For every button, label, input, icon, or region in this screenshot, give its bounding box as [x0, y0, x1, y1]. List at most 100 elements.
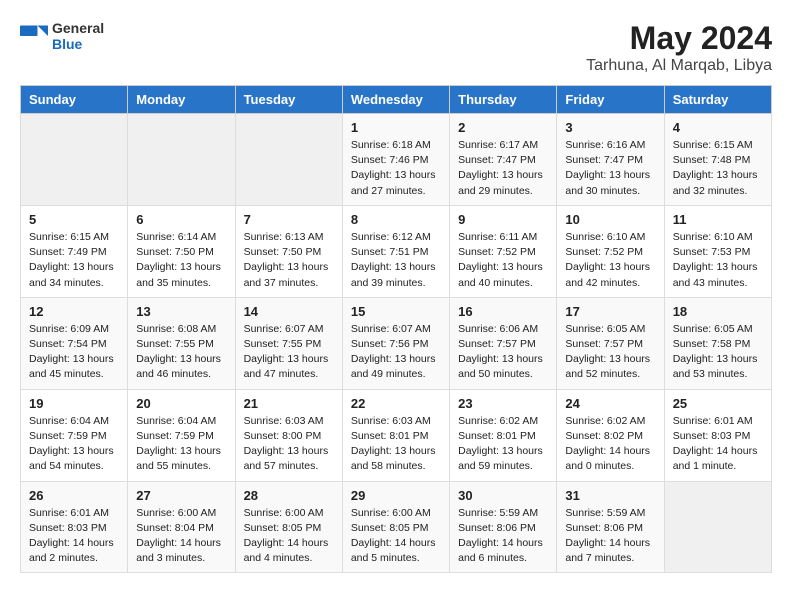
calendar-cell: 27 Sunrise: 6:00 AMSunset: 8:04 PMDayligh… [128, 481, 235, 573]
cell-info: Sunrise: 6:00 AMSunset: 8:05 PMDaylight:… [244, 506, 334, 567]
logo-general-text: General [52, 20, 104, 36]
day-number: 1 [351, 120, 441, 135]
day-number: 25 [673, 396, 763, 411]
day-number: 4 [673, 120, 763, 135]
calendar-cell: 26 Sunrise: 6:01 AMSunset: 8:03 PMDayligh… [21, 481, 128, 573]
day-number: 6 [136, 212, 226, 227]
calendar-cell: 23 Sunrise: 6:02 AMSunset: 8:01 PMDayligh… [450, 389, 557, 481]
cell-info: Sunrise: 6:05 AMSunset: 7:58 PMDaylight:… [673, 322, 763, 383]
cell-info: Sunrise: 6:14 AMSunset: 7:50 PMDaylight:… [136, 230, 226, 291]
cell-info: Sunrise: 6:00 AMSunset: 8:05 PMDaylight:… [351, 506, 441, 567]
calendar-cell: 5 Sunrise: 6:15 AMSunset: 7:49 PMDaylight… [21, 205, 128, 297]
logo: General Blue [20, 20, 104, 52]
day-header-friday: Friday [557, 86, 664, 114]
cell-info: Sunrise: 6:10 AMSunset: 7:53 PMDaylight:… [673, 230, 763, 291]
day-number: 23 [458, 396, 548, 411]
logo-icon [20, 22, 48, 50]
day-number: 28 [244, 488, 334, 503]
day-number: 8 [351, 212, 441, 227]
calendar-cell [21, 114, 128, 206]
day-number: 31 [565, 488, 655, 503]
cell-info: Sunrise: 6:03 AMSunset: 8:01 PMDaylight:… [351, 414, 441, 475]
day-number: 20 [136, 396, 226, 411]
day-number: 27 [136, 488, 226, 503]
day-number: 21 [244, 396, 334, 411]
day-number: 9 [458, 212, 548, 227]
day-header-saturday: Saturday [664, 86, 771, 114]
calendar-cell [235, 114, 342, 206]
day-number: 14 [244, 304, 334, 319]
day-number: 18 [673, 304, 763, 319]
cell-info: Sunrise: 6:00 AMSunset: 8:04 PMDaylight:… [136, 506, 226, 567]
calendar-cell: 17 Sunrise: 6:05 AMSunset: 7:57 PMDayligh… [557, 297, 664, 389]
cell-info: Sunrise: 6:01 AMSunset: 8:03 PMDaylight:… [29, 506, 119, 567]
calendar-week-row: 5 Sunrise: 6:15 AMSunset: 7:49 PMDaylight… [21, 205, 772, 297]
calendar-cell: 25 Sunrise: 6:01 AMSunset: 8:03 PMDayligh… [664, 389, 771, 481]
calendar-cell: 30 Sunrise: 5:59 AMSunset: 8:06 PMDayligh… [450, 481, 557, 573]
calendar-week-row: 12 Sunrise: 6:09 AMSunset: 7:54 PMDayligh… [21, 297, 772, 389]
calendar-cell: 31 Sunrise: 5:59 AMSunset: 8:06 PMDayligh… [557, 481, 664, 573]
calendar-cell: 29 Sunrise: 6:00 AMSunset: 8:05 PMDayligh… [342, 481, 449, 573]
calendar-cell: 28 Sunrise: 6:00 AMSunset: 8:05 PMDayligh… [235, 481, 342, 573]
cell-info: Sunrise: 6:04 AMSunset: 7:59 PMDaylight:… [29, 414, 119, 475]
calendar-cell: 10 Sunrise: 6:10 AMSunset: 7:52 PMDayligh… [557, 205, 664, 297]
calendar-cell: 20Sunrise: 6:04 AMSunset: 7:59 PMDayligh… [128, 389, 235, 481]
cell-info: Sunrise: 6:18 AMSunset: 7:46 PMDaylight:… [351, 138, 441, 199]
day-number: 5 [29, 212, 119, 227]
cell-info: Sunrise: 6:12 AMSunset: 7:51 PMDaylight:… [351, 230, 441, 291]
cell-info: Sunrise: 6:10 AMSunset: 7:52 PMDaylight:… [565, 230, 655, 291]
calendar-cell: 3Sunrise: 6:16 AMSunset: 7:47 PMDaylight… [557, 114, 664, 206]
calendar-cell: 12 Sunrise: 6:09 AMSunset: 7:54 PMDayligh… [21, 297, 128, 389]
day-number: 17 [565, 304, 655, 319]
cell-info: Sunrise: 6:09 AMSunset: 7:54 PMDaylight:… [29, 322, 119, 383]
cell-info: Sunrise: 6:17 AMSunset: 7:47 PMDaylight:… [458, 138, 548, 199]
day-number: 11 [673, 212, 763, 227]
day-number: 2 [458, 120, 548, 135]
calendar-week-row: 1 Sunrise: 6:18 AMSunset: 7:46 PMDaylight… [21, 114, 772, 206]
calendar-week-row: 26 Sunrise: 6:01 AMSunset: 8:03 PMDayligh… [21, 481, 772, 573]
cell-info: Sunrise: 6:06 AMSunset: 7:57 PMDaylight:… [458, 322, 548, 383]
day-number: 16 [458, 304, 548, 319]
cell-info: Sunrise: 6:15 AMSunset: 7:48 PMDaylight:… [673, 138, 763, 199]
cell-info: Sunrise: 6:05 AMSunset: 7:57 PMDaylight:… [565, 322, 655, 383]
page-header: General Blue May 2024 Tarhuna, Al Marqab… [20, 20, 772, 75]
calendar-cell: 2 Sunrise: 6:17 AMSunset: 7:47 PMDaylight… [450, 114, 557, 206]
day-number: 10 [565, 212, 655, 227]
calendar-cell: 14Sunrise: 6:07 AMSunset: 7:55 PMDayligh… [235, 297, 342, 389]
cell-info: Sunrise: 6:01 AMSunset: 8:03 PMDaylight:… [673, 414, 763, 475]
day-header-monday: Monday [128, 86, 235, 114]
calendar-cell: 13 Sunrise: 6:08 AMSunset: 7:55 PMDayligh… [128, 297, 235, 389]
title-block: May 2024 Tarhuna, Al Marqab, Libya [586, 20, 772, 75]
day-number: 26 [29, 488, 119, 503]
calendar-cell: 16 Sunrise: 6:06 AMSunset: 7:57 PMDayligh… [450, 297, 557, 389]
calendar-cell: 1 Sunrise: 6:18 AMSunset: 7:46 PMDaylight… [342, 114, 449, 206]
calendar-cell: 21Sunrise: 6:03 AMSunset: 8:00 PMDayligh… [235, 389, 342, 481]
cell-info: Sunrise: 6:08 AMSunset: 7:55 PMDaylight:… [136, 322, 226, 383]
day-number: 29 [351, 488, 441, 503]
calendar-cell: 11 Sunrise: 6:10 AMSunset: 7:53 PMDayligh… [664, 205, 771, 297]
day-header-thursday: Thursday [450, 86, 557, 114]
calendar-table: SundayMondayTuesdayWednesdayThursdayFrid… [20, 85, 772, 573]
calendar-cell: 7Sunrise: 6:13 AMSunset: 7:50 PMDaylight… [235, 205, 342, 297]
cell-info: Sunrise: 6:07 AMSunset: 7:56 PMDaylight:… [351, 322, 441, 383]
day-number: 13 [136, 304, 226, 319]
day-header-wednesday: Wednesday [342, 86, 449, 114]
calendar-cell: 15Sunrise: 6:07 AMSunset: 7:56 PMDayligh… [342, 297, 449, 389]
day-number: 3 [565, 120, 655, 135]
calendar-cell: 19 Sunrise: 6:04 AMSunset: 7:59 PMDayligh… [21, 389, 128, 481]
day-number: 19 [29, 396, 119, 411]
cell-info: Sunrise: 5:59 AMSunset: 8:06 PMDaylight:… [458, 506, 548, 567]
calendar-cell: 22Sunrise: 6:03 AMSunset: 8:01 PMDayligh… [342, 389, 449, 481]
calendar-header-row: SundayMondayTuesdayWednesdayThursdayFrid… [21, 86, 772, 114]
cell-info: Sunrise: 5:59 AMSunset: 8:06 PMDaylight:… [565, 506, 655, 567]
day-number: 12 [29, 304, 119, 319]
day-number: 30 [458, 488, 548, 503]
calendar-cell: 18 Sunrise: 6:05 AMSunset: 7:58 PMDayligh… [664, 297, 771, 389]
cell-info: Sunrise: 6:02 AMSunset: 8:01 PMDaylight:… [458, 414, 548, 475]
logo-text: General Blue [52, 20, 104, 52]
cell-info: Sunrise: 6:13 AMSunset: 7:50 PMDaylight:… [244, 230, 334, 291]
day-header-tuesday: Tuesday [235, 86, 342, 114]
day-number: 24 [565, 396, 655, 411]
cell-info: Sunrise: 6:15 AMSunset: 7:49 PMDaylight:… [29, 230, 119, 291]
day-header-sunday: Sunday [21, 86, 128, 114]
